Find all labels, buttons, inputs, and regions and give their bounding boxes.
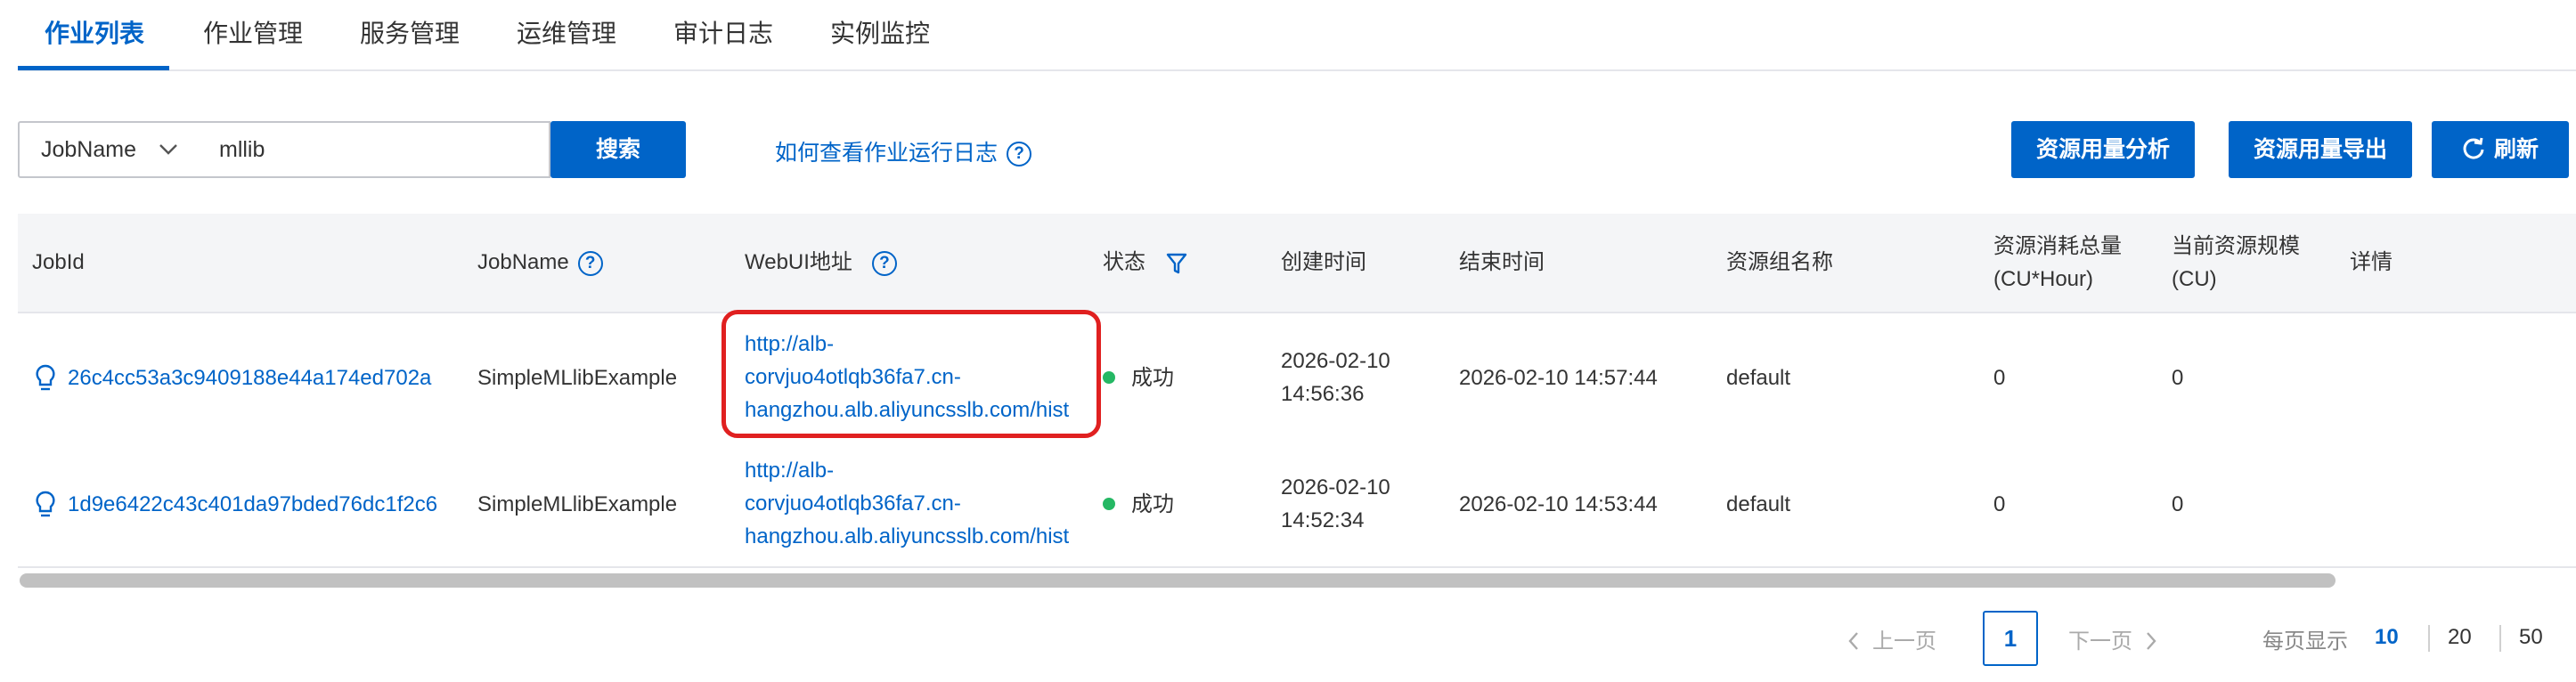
refresh-label: 刷新 <box>2493 137 2539 162</box>
next-page-button[interactable]: 下一页 <box>2068 623 2157 654</box>
usage-cell: 0 <box>1993 366 2006 390</box>
created-time-cell: 2026-02-10 14:56:36 <box>1281 345 1390 410</box>
ended-time-cell: 2026-02-10 14:57:44 <box>1459 366 1658 390</box>
header-status: 状态 <box>1103 246 1187 279</box>
header-webui-label: WebUI地址 <box>745 250 852 274</box>
refresh-icon <box>2463 138 2484 159</box>
active-tab-indicator <box>18 66 169 70</box>
ended-time-cell: 2026-02-10 14:53:44 <box>1459 492 1658 516</box>
search-input[interactable]: mllib <box>194 121 550 178</box>
webui-line-2: corvjuo4otlqb36fa7.cn- <box>745 365 961 389</box>
job-id-link[interactable]: 26c4cc53a3c9409188e44a174ed702a <box>68 361 479 394</box>
chevron-left-icon <box>1848 631 1858 650</box>
prev-page-button[interactable]: 上一页 <box>1847 623 1936 654</box>
prev-page-label: 上一页 <box>1872 629 1936 654</box>
header-resource-group: 资源组名称 <box>1726 250 1833 274</box>
header-jobname: JobName? <box>477 246 603 279</box>
success-dot-icon <box>1103 370 1115 384</box>
tab-ops-management[interactable]: 运维管理 <box>517 14 616 50</box>
webui-link[interactable]: http://alb- corvjuo4otlqb36fa7.cn- hangz… <box>745 454 1090 553</box>
tab-audit-log[interactable]: 审计日志 <box>673 14 773 50</box>
usage-cell: 0 <box>1993 492 2006 516</box>
table-header: JobId JobName? WebUI地址? 状态 创建时间 结束时间 资源组… <box>18 214 2576 313</box>
resource-group-cell: default <box>1726 366 1791 390</box>
header-scale-line1: 当前资源规模 <box>2172 234 2300 258</box>
search-field-selected: JobName <box>41 137 136 162</box>
header-usage: 资源消耗总量 (CU*Hour) <box>1993 230 2122 296</box>
lightbulb-icon[interactable] <box>34 363 57 394</box>
job-name-cell: SimpleMLlibExample <box>477 366 678 390</box>
help-icon: ? <box>1007 142 1032 167</box>
tab-job-management[interactable]: 作业管理 <box>203 14 303 50</box>
webui-line-1: http://alb- <box>745 459 835 483</box>
resource-group-cell: default <box>1726 492 1791 516</box>
webui-help-icon[interactable]: ? <box>871 250 897 276</box>
view-logs-help-label: 如何查看作业运行日志 <box>775 141 999 166</box>
status-cell: 成功 <box>1103 361 1174 394</box>
tab-instance-monitor[interactable]: 实例监控 <box>830 14 930 50</box>
page-size-label: 每页显示 <box>2262 629 2348 654</box>
header-status-label: 状态 <box>1103 250 1145 274</box>
header-ended: 结束时间 <box>1459 250 1545 274</box>
search-button[interactable]: 搜索 <box>550 121 686 178</box>
page-size-divider <box>2428 625 2430 652</box>
header-webui: WebUI地址? <box>745 246 897 279</box>
search-field-select[interactable]: JobName <box>18 121 196 178</box>
status-label: 成功 <box>1131 366 1174 390</box>
webui-line-3: hangzhou.alb.aliyuncsslb.com/hist <box>745 524 1070 548</box>
header-scale: 当前资源规模 (CU) <box>2172 230 2300 296</box>
webui-line-1: http://alb- <box>745 332 835 356</box>
chevron-right-icon <box>2147 631 2156 650</box>
page-size-divider <box>2499 625 2501 652</box>
header-detail: 详情 <box>2350 250 2393 274</box>
resource-usage-export-button[interactable]: 资源用量导出 <box>2229 121 2412 178</box>
header-scale-line2: (CU) <box>2172 267 2217 291</box>
table-row: 26c4cc53a3c9409188e44a174ed702a SimpleML… <box>18 313 2576 442</box>
view-logs-help-link[interactable]: 如何查看作业运行日志? <box>775 135 1032 167</box>
header-created: 创建时间 <box>1281 250 1366 274</box>
job-table: JobId JobName? WebUI地址? 状态 创建时间 结束时间 资源组… <box>18 214 2576 570</box>
header-jobname-label: JobName <box>477 250 569 274</box>
current-page-button[interactable]: 1 <box>1983 611 2038 666</box>
created-date: 2026-02-10 <box>1281 349 1390 373</box>
tab-service-management[interactable]: 服务管理 <box>360 14 460 50</box>
header-usage-line2: (CU*Hour) <box>1993 267 2094 291</box>
horizontal-scrollbar[interactable] <box>20 573 2336 588</box>
top-tab-bar: 作业列表 作业管理 服务管理 运维管理 审计日志 实例监控 <box>18 0 2576 71</box>
header-usage-line1: 资源消耗总量 <box>1993 234 2122 258</box>
next-page-label: 下一页 <box>2068 629 2132 654</box>
scale-cell: 0 <box>2172 492 2184 516</box>
page-size-10[interactable]: 10 <box>2375 625 2399 650</box>
job-id-link[interactable]: 1d9e6422c43c401da97bded76dc1f2c6 <box>68 488 479 521</box>
status-label: 成功 <box>1131 492 1174 516</box>
tab-job-list[interactable]: 作业列表 <box>45 14 144 50</box>
table-row: 1d9e6422c43c401da97bded76dc1f2c6 SimpleM… <box>18 440 2576 568</box>
job-name-cell: SimpleMLlibExample <box>477 492 678 516</box>
created-time-cell: 2026-02-10 14:52:34 <box>1281 471 1390 537</box>
header-jobid: JobId <box>32 250 85 274</box>
jobname-help-icon[interactable]: ? <box>577 250 603 276</box>
refresh-button[interactable]: 刷新 <box>2432 121 2569 178</box>
created-time: 14:56:36 <box>1281 382 1365 406</box>
webui-link[interactable]: http://alb- corvjuo4otlqb36fa7.cn- hangz… <box>745 328 1090 426</box>
scale-cell: 0 <box>2172 366 2184 390</box>
created-time: 14:52:34 <box>1281 508 1365 532</box>
status-cell: 成功 <box>1103 488 1174 521</box>
page-size-50[interactable]: 50 <box>2519 625 2543 650</box>
success-dot-icon <box>1103 497 1115 510</box>
resource-usage-analysis-button[interactable]: 资源用量分析 <box>2011 121 2195 178</box>
webui-line-2: corvjuo4otlqb36fa7.cn- <box>745 491 961 516</box>
created-date: 2026-02-10 <box>1281 475 1390 499</box>
lightbulb-icon[interactable] <box>34 490 57 520</box>
filter-icon[interactable] <box>1166 252 1187 275</box>
webui-line-3: hangzhou.alb.aliyuncsslb.com/hist <box>745 398 1070 422</box>
page-size-20[interactable]: 20 <box>2448 625 2472 650</box>
chevron-down-icon <box>159 144 177 155</box>
